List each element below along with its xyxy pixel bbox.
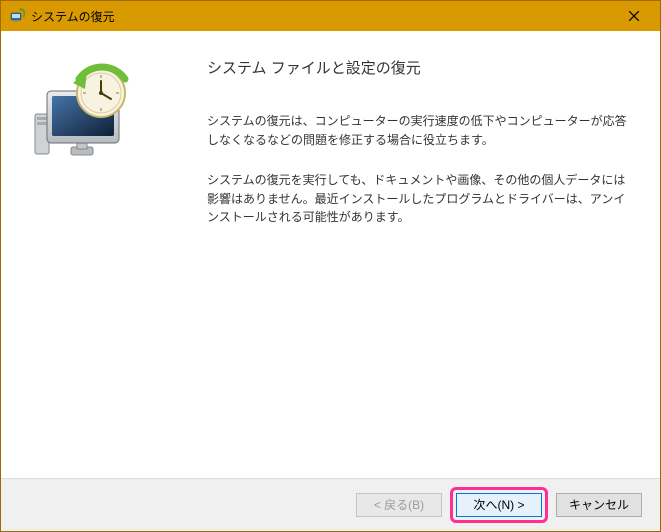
- window-title: システムの復元: [31, 8, 612, 25]
- graphic-pane: [1, 31, 171, 478]
- intro-paragraph-1: システムの復元は、コンピューターの実行速度の低下やコンピューターが応答しなくなる…: [207, 112, 632, 149]
- system-restore-graphic-icon: [29, 59, 139, 169]
- wizard-footer: < 戻る(B) 次へ(N) > キャンセル: [1, 479, 660, 531]
- back-button: < 戻る(B): [356, 493, 442, 517]
- content-area: システム ファイルと設定の復元 システムの復元は、コンピューターの実行速度の低下…: [1, 31, 660, 479]
- text-pane: システム ファイルと設定の復元 システムの復元は、コンピューターの実行速度の低下…: [171, 31, 660, 478]
- titlebar: システムの復元: [1, 1, 660, 31]
- close-button[interactable]: [612, 2, 656, 30]
- next-button[interactable]: 次へ(N) >: [456, 493, 542, 517]
- next-button-highlight: 次へ(N) >: [450, 487, 548, 523]
- page-heading: システム ファイルと設定の復元: [207, 57, 632, 78]
- close-icon: [629, 11, 639, 21]
- cancel-button[interactable]: キャンセル: [556, 493, 642, 517]
- system-restore-window: システムの復元: [0, 0, 661, 532]
- system-restore-icon: [9, 8, 25, 24]
- intro-paragraph-2: システムの復元を実行しても、ドキュメントや画像、その他の個人データには影響はあり…: [207, 171, 632, 227]
